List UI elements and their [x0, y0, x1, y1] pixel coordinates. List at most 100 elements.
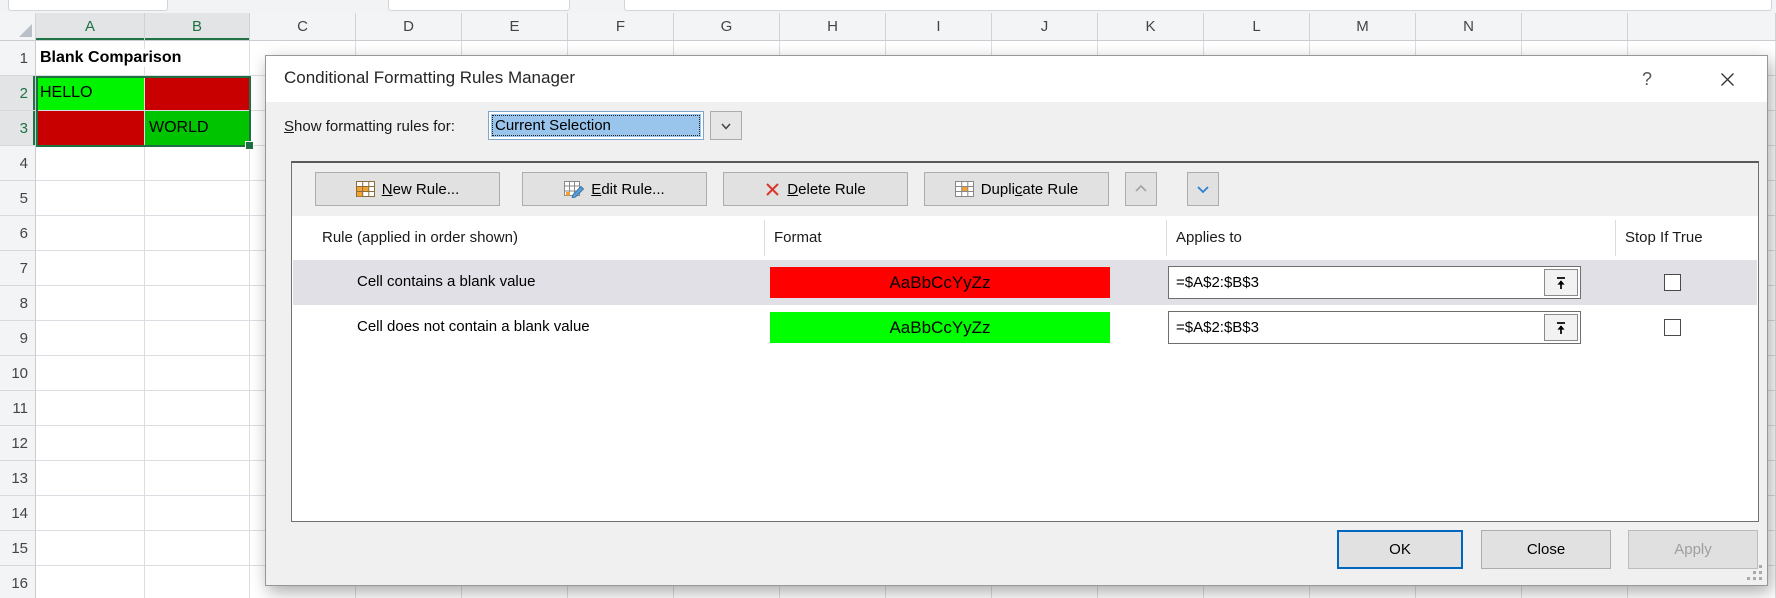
formula-bar-sliver — [0, 0, 1776, 13]
column-header[interactable] — [1522, 13, 1628, 40]
cell-B14[interactable] — [145, 496, 250, 531]
function-box-sliver[interactable] — [388, 0, 570, 11]
row-header-14[interactable]: 14 — [0, 496, 36, 531]
screen: ABCDEFGHIJKLMN 1Blank Comparison2HELLO3 W… — [0, 0, 1776, 598]
cell-B13[interactable] — [145, 461, 250, 496]
column-header-J[interactable]: J — [992, 13, 1098, 40]
row-header-6[interactable]: 6 — [0, 216, 36, 251]
column-header-G[interactable]: G — [674, 13, 780, 40]
cell-A15[interactable] — [36, 531, 145, 566]
cell-A12[interactable] — [36, 426, 145, 461]
collapse-dialog-button[interactable] — [1544, 269, 1578, 296]
cell-B3[interactable]: WORLD — [145, 111, 250, 146]
column-header-H[interactable]: H — [780, 13, 886, 40]
column-header-L[interactable]: L — [1204, 13, 1310, 40]
cell-A7[interactable] — [36, 251, 145, 286]
cell-B6[interactable] — [145, 216, 250, 251]
row-header-5[interactable]: 5 — [0, 181, 36, 216]
applies-to-value: =$A$2:$B$3 — [1176, 319, 1259, 336]
column-header-N[interactable]: N — [1416, 13, 1522, 40]
cell-A10[interactable] — [36, 356, 145, 391]
cell-A6[interactable] — [36, 216, 145, 251]
move-rule-up-button[interactable] — [1125, 172, 1157, 206]
rule-description: Cell does not contain a blank value — [357, 318, 590, 335]
cell-B15[interactable] — [145, 531, 250, 566]
row-header-7[interactable]: 7 — [0, 251, 36, 286]
cell-B5[interactable] — [145, 181, 250, 216]
collapse-dialog-button[interactable] — [1544, 314, 1578, 341]
help-icon: ? — [1642, 69, 1652, 90]
edit-rule-button[interactable]: Edit Rule... — [522, 172, 707, 206]
column-header[interactable] — [1628, 13, 1776, 40]
column-header-D[interactable]: D — [356, 13, 462, 40]
show-rules-for-dropdown[interactable]: Current Selection — [488, 111, 704, 140]
select-all-corner[interactable] — [0, 13, 36, 40]
formula-input-sliver[interactable] — [624, 0, 1772, 11]
column-header-A[interactable]: A — [36, 13, 145, 40]
applies-to-field[interactable]: =$A$2:$B$3 — [1168, 311, 1581, 344]
cell-A5[interactable] — [36, 181, 145, 216]
resize-grip-icon[interactable] — [1747, 565, 1762, 580]
cell-B12[interactable] — [145, 426, 250, 461]
cell-B10[interactable] — [145, 356, 250, 391]
cell-B16[interactable] — [145, 566, 250, 598]
row-header-16[interactable]: 16 — [0, 566, 36, 598]
row-header-9[interactable]: 9 — [0, 321, 36, 356]
column-header-E[interactable]: E — [462, 13, 568, 40]
cell-B11[interactable] — [145, 391, 250, 426]
applies-to-field[interactable]: =$A$2:$B$3 — [1168, 266, 1581, 299]
delete-rule-button[interactable]: Delete Rule — [723, 172, 908, 206]
column-header-F[interactable]: F — [568, 13, 674, 40]
row-header-1[interactable]: 1 — [0, 41, 36, 76]
delete-rule-label: Delete Rule — [787, 181, 865, 198]
cell-B9[interactable] — [145, 321, 250, 356]
cell-A9[interactable] — [36, 321, 145, 356]
cell-A11[interactable] — [36, 391, 145, 426]
cell-A4[interactable] — [36, 146, 145, 181]
close-button[interactable] — [1710, 64, 1744, 94]
cell-A14[interactable] — [36, 496, 145, 531]
row-header-12[interactable]: 12 — [0, 426, 36, 461]
row-header-3[interactable]: 3 — [0, 111, 36, 146]
cell-A16[interactable] — [36, 566, 145, 598]
help-button[interactable]: ? — [1634, 66, 1660, 92]
cell-A2[interactable]: HELLO — [36, 76, 145, 111]
column-header-B[interactable]: B — [145, 13, 250, 40]
column-header-stop-if-true: Stop If True — [1625, 229, 1703, 246]
fill-handle[interactable] — [245, 141, 254, 150]
cell-B8[interactable] — [145, 286, 250, 321]
chevron-up-icon — [1133, 181, 1149, 197]
apply-button[interactable]: Apply — [1628, 530, 1758, 569]
column-header-I[interactable]: I — [886, 13, 992, 40]
dialog-titlebar[interactable]: Conditional Formatting Rules Manager ? — [266, 56, 1767, 102]
row-header-13[interactable]: 13 — [0, 461, 36, 496]
column-header-M[interactable]: M — [1310, 13, 1416, 40]
stop-if-true-checkbox[interactable] — [1664, 274, 1681, 291]
cell-A1[interactable]: Blank Comparison — [36, 41, 145, 76]
row-header-8[interactable]: 8 — [0, 286, 36, 321]
duplicate-rule-button[interactable]: Duplicate Rule — [924, 172, 1109, 206]
row-header-10[interactable]: 10 — [0, 356, 36, 391]
cell-A3[interactable] — [36, 111, 145, 146]
chevron-down-icon — [1195, 181, 1211, 197]
cell-B2[interactable] — [145, 76, 250, 111]
move-rule-down-button[interactable] — [1187, 172, 1219, 206]
column-header-K[interactable]: K — [1098, 13, 1204, 40]
cell-A8[interactable] — [36, 286, 145, 321]
row-header-11[interactable]: 11 — [0, 391, 36, 426]
name-box-sliver[interactable] — [8, 0, 168, 11]
close-button-footer[interactable]: Close — [1481, 530, 1611, 569]
rule-row-blank[interactable]: Cell contains a blank value AaBbCcYyZz =… — [293, 260, 1757, 305]
cell-B4[interactable] — [145, 146, 250, 181]
new-rule-button[interactable]: New Rule... — [315, 172, 500, 206]
cell-A13[interactable] — [36, 461, 145, 496]
stop-if-true-checkbox[interactable] — [1664, 319, 1681, 336]
column-header-C[interactable]: C — [250, 13, 356, 40]
rule-row-not-blank[interactable]: Cell does not contain a blank value AaBb… — [293, 305, 1757, 350]
ok-button[interactable]: OK — [1337, 530, 1463, 569]
dropdown-arrow-button[interactable] — [710, 111, 742, 140]
row-header-2[interactable]: 2 — [0, 76, 36, 111]
cell-B7[interactable] — [145, 251, 250, 286]
row-header-4[interactable]: 4 — [0, 146, 36, 181]
row-header-15[interactable]: 15 — [0, 531, 36, 566]
